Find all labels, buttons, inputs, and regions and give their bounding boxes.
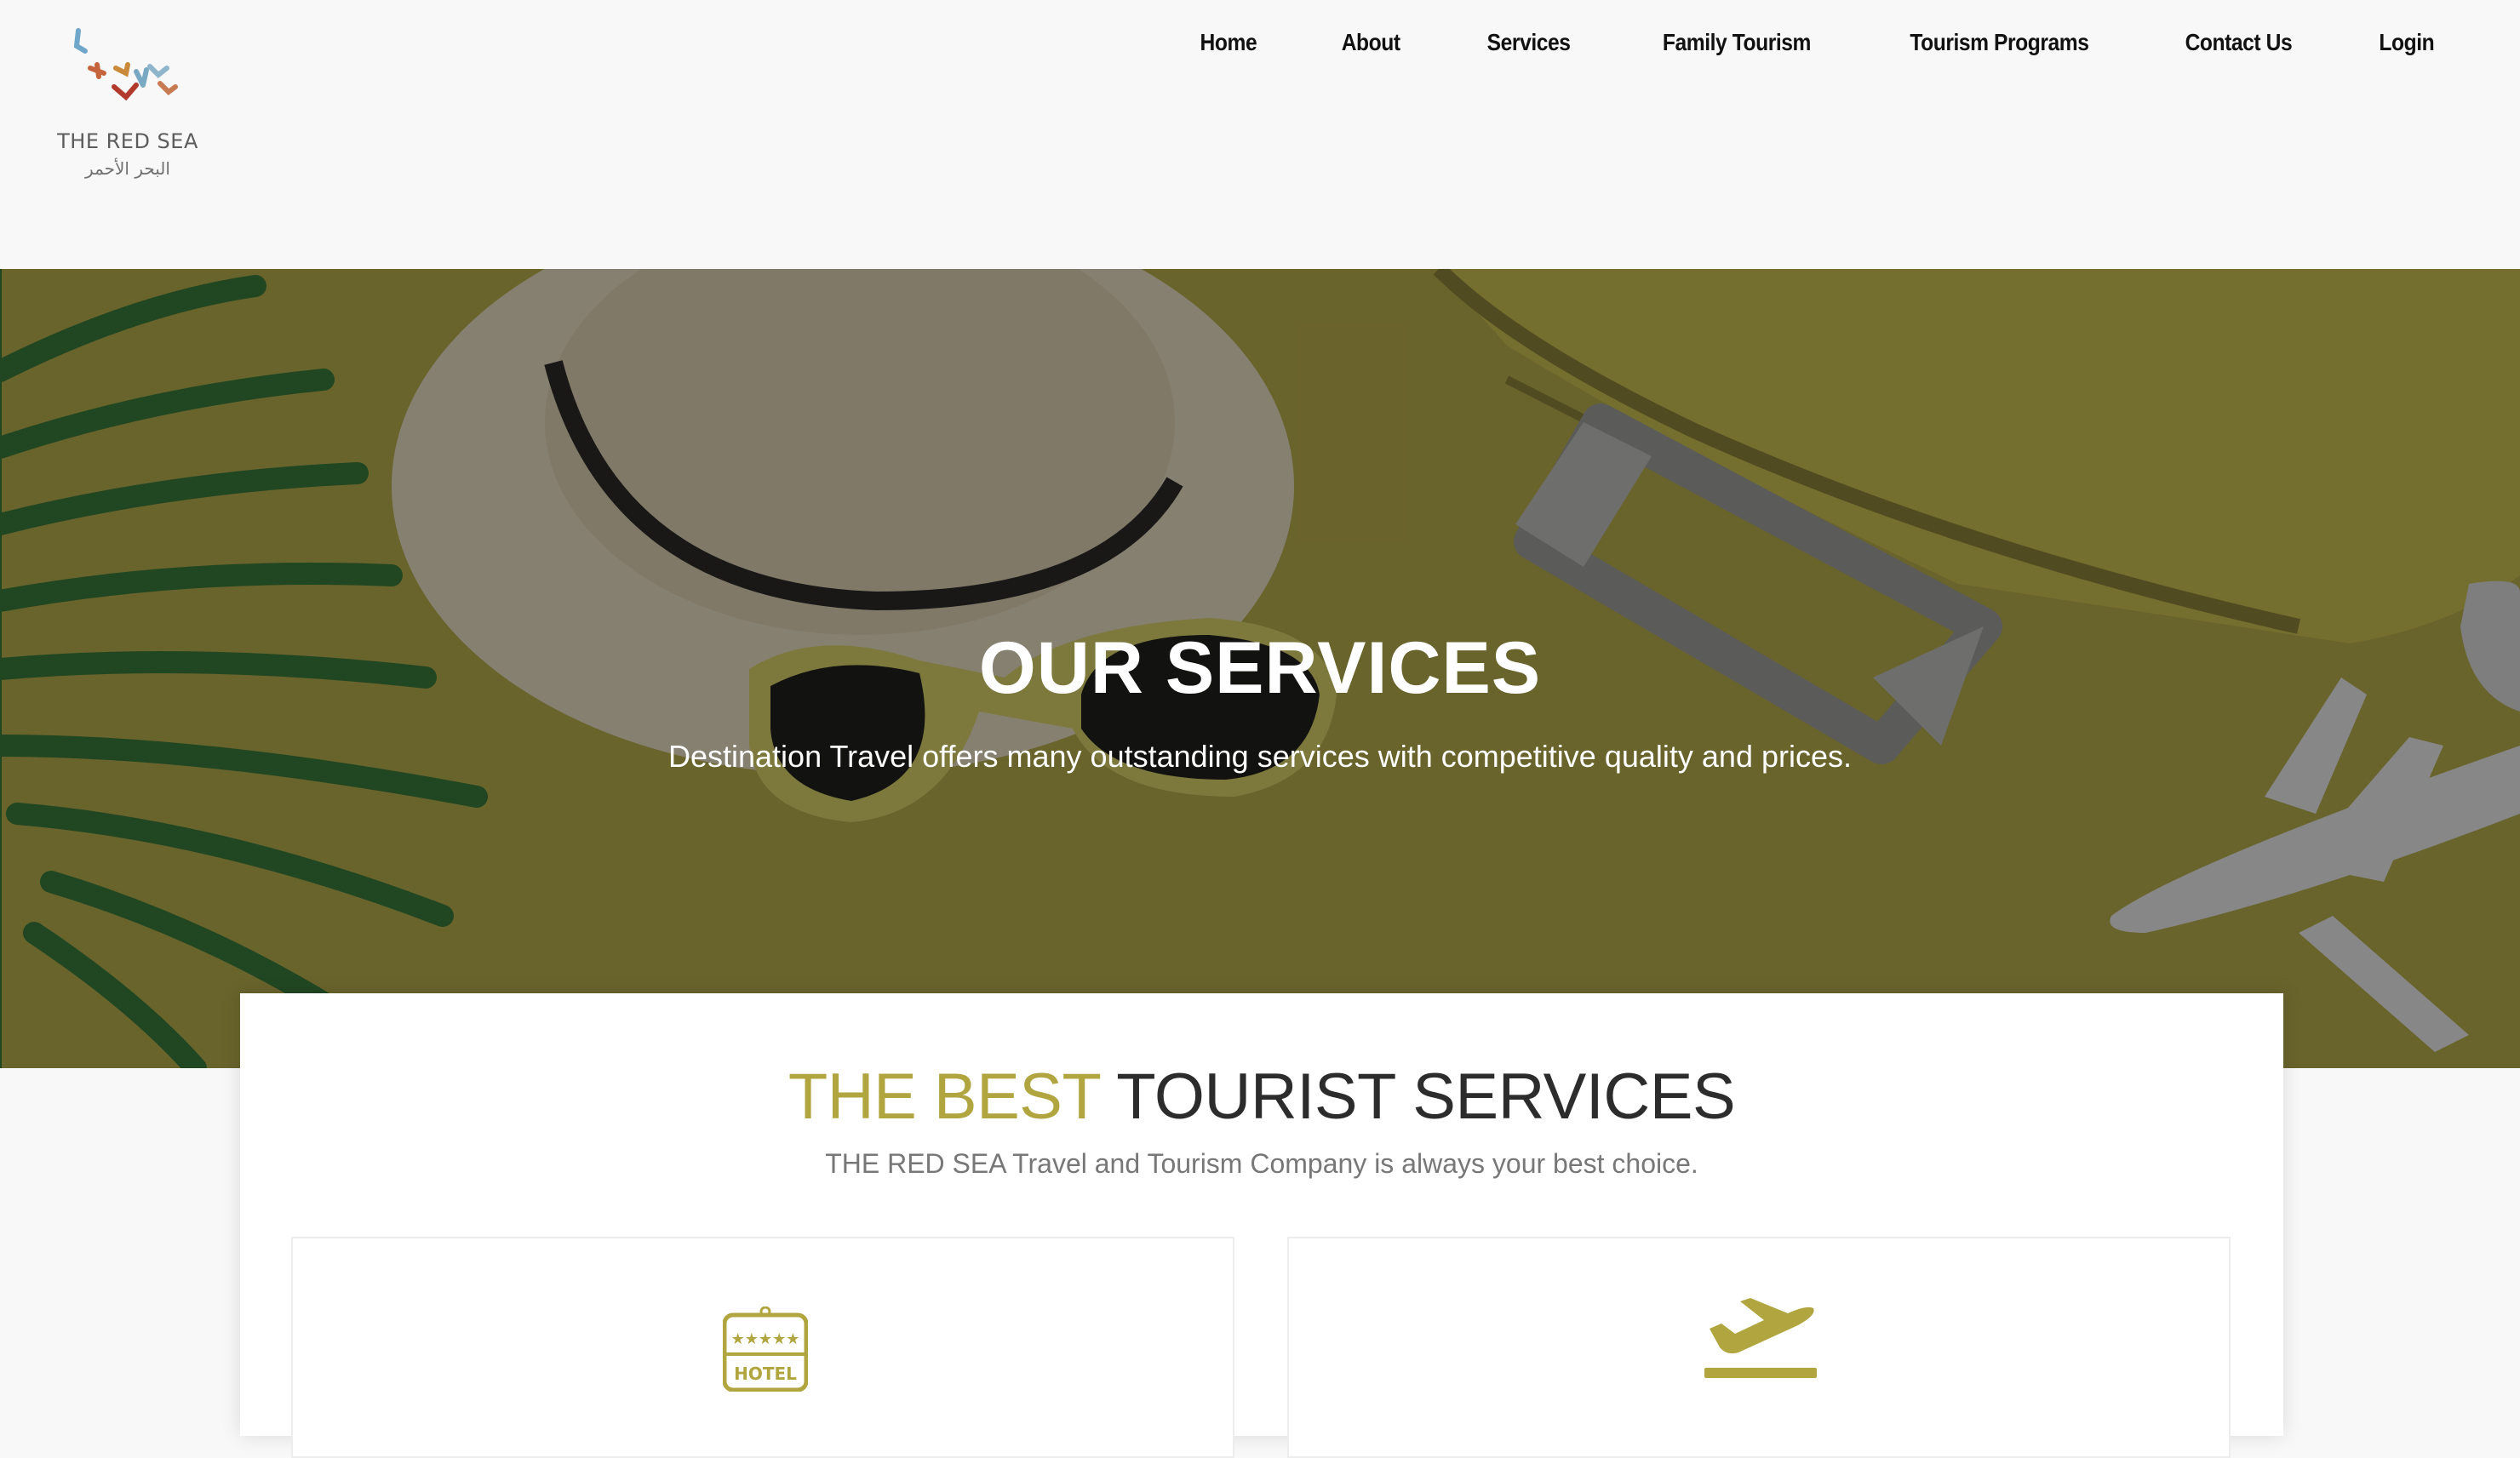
hero-subtitle: Destination Travel offers many outstandi…	[667, 739, 1852, 774]
nav-family-tourism[interactable]: Family Tourism	[1663, 29, 1812, 56]
logo[interactable]: THE RED SEA البحر الأحمر	[44, 24, 215, 186]
nav-tourism-programs[interactable]: Tourism Programs	[1910, 29, 2089, 56]
nav-services[interactable]: Services	[1486, 29, 1570, 56]
logo-text-ar: البحر الأحمر	[85, 158, 170, 179]
hero-title: OUR SERVICES	[978, 627, 1542, 709]
hero-banner: OUR SERVICES Destination Travel offers m…	[0, 269, 2520, 1068]
section-title-accent: THE BEST	[788, 1061, 1101, 1133]
logo-text-en: THE RED SEA	[57, 129, 198, 153]
hotel-icon-stars: ★★★★★	[731, 1330, 800, 1348]
services-card: THE BEST TOURIST SERVICES THE RED SEA Tr…	[240, 993, 2283, 1458]
section-title-rest: TOURIST SERVICES	[1100, 1061, 1736, 1133]
service-item-flights[interactable]	[1287, 1237, 2231, 1458]
nav-login[interactable]: Login	[2380, 29, 2435, 56]
nav-contact-us[interactable]: Contact Us	[2185, 29, 2292, 56]
section-subtitle: THE RED SEA Travel and Tourism Company i…	[825, 1148, 1698, 1179]
service-item-hotel[interactable]: ★★★★★ HOTEL	[291, 1237, 1234, 1458]
hotel-icon: ★★★★★ HOTEL	[723, 1306, 808, 1392]
airplane-takeoff-icon	[1704, 1298, 1817, 1378]
nav-home[interactable]: Home	[1200, 29, 1257, 56]
nav-about[interactable]: About	[1342, 29, 1400, 56]
site-header: THE RED SEA البحر الأحمر Home About Serv…	[0, 0, 2520, 269]
section-title: THE BEST TOURIST SERVICES	[240, 1060, 2283, 1134]
red-sea-logo-icon	[73, 28, 178, 101]
hotel-icon-label: HOTEL	[734, 1364, 797, 1384]
main-nav: Home About Services Family Tourism Touri…	[1196, 29, 2438, 56]
